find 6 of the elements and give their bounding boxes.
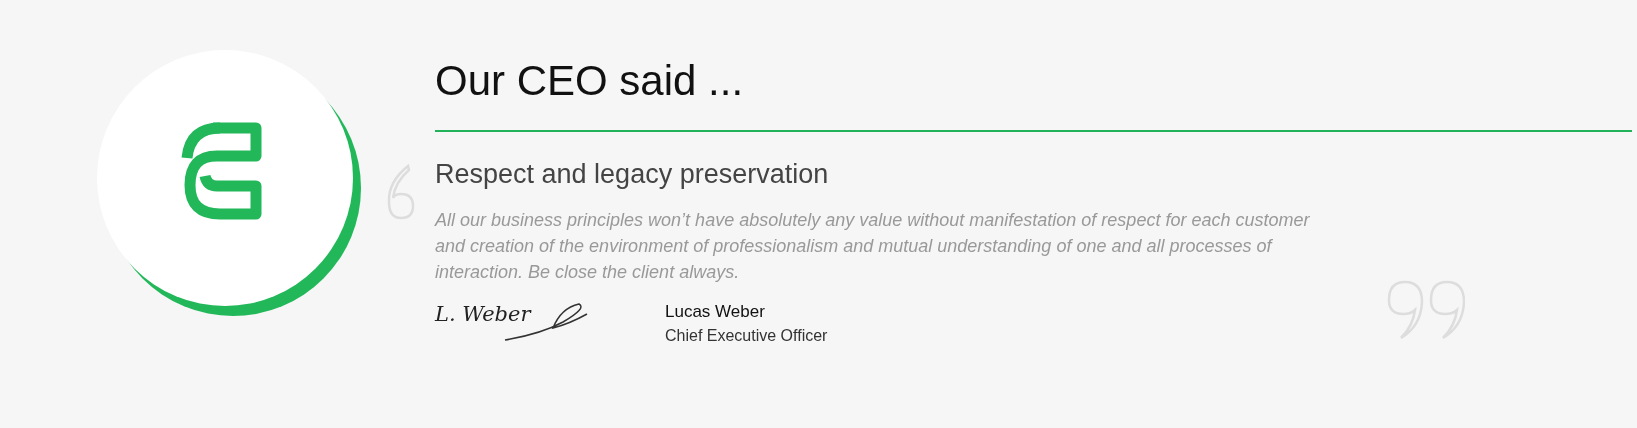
- section-title: Our CEO said ...: [435, 58, 745, 105]
- quote-text: All our business principles won’t have absolutely any value without manifestation of respect for each customer and creation of the environment of professionalism and mutual understanding of one and all processes of interaction. Be close the client always.: [435, 208, 1311, 284]
- quote-heading: Respect and legacy preservation: [435, 158, 830, 191]
- signature: L. Weber: [435, 299, 591, 348]
- author-role: Chief Executive Officer: [665, 326, 828, 347]
- author-name: Lucas Weber: [665, 300, 766, 323]
